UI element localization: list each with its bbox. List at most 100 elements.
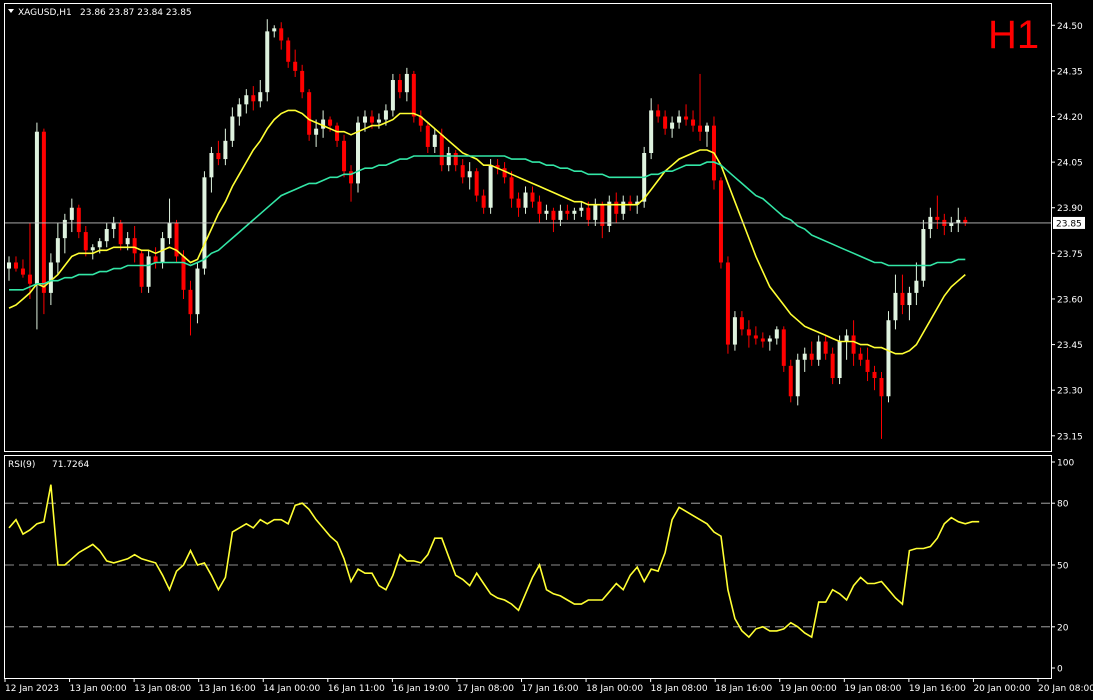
bull-candle <box>949 222 954 226</box>
bear-candle <box>460 165 465 178</box>
rsi-tick-label: 100 <box>1057 459 1074 469</box>
bull-candle <box>125 238 130 245</box>
bear-candle <box>746 329 751 336</box>
bull-candle <box>593 204 598 220</box>
time-tick-label: 18 Jan 16:00 <box>715 684 772 694</box>
bull-candle <box>390 80 395 111</box>
bull-candle <box>837 341 842 379</box>
bull-candle <box>258 92 263 102</box>
rsi-line <box>8 484 980 639</box>
bear-candle <box>718 180 723 263</box>
price-tick-label: 23.90 <box>1057 204 1083 214</box>
bear-candle <box>809 353 814 360</box>
rsi-tick-label: 50 <box>1057 562 1069 572</box>
bear-candle <box>439 134 444 166</box>
bear-candle <box>27 274 32 284</box>
rsi-tick-label: 80 <box>1057 500 1069 510</box>
bull-candle <box>802 353 807 360</box>
price-tick-label: 24.50 <box>1057 22 1083 32</box>
bear-candle <box>865 359 870 372</box>
bull-candle <box>104 229 109 242</box>
bear-candle <box>781 329 786 366</box>
bear-candle <box>760 338 765 342</box>
bull-candle <box>649 110 654 153</box>
time-tick-label: 17 Jan 08:00 <box>457 684 514 694</box>
bear-candle <box>739 317 744 330</box>
bear-candle <box>474 171 479 196</box>
bear-candle <box>823 341 828 354</box>
bull-candle <box>432 134 437 147</box>
bull-candle <box>914 280 919 293</box>
bear-candle <box>76 207 81 233</box>
time-tick-label: 12 Jan 2023 <box>5 684 59 694</box>
bear-candle <box>788 365 793 397</box>
bear-candle <box>342 140 347 172</box>
bear-candle <box>551 210 556 220</box>
bull-candle <box>314 128 319 135</box>
time-tick-label: 16 Jan 19:00 <box>392 684 449 694</box>
bear-candle <box>753 335 758 339</box>
bear-candle <box>830 353 835 379</box>
price-tick-label: 23.45 <box>1057 341 1083 351</box>
bull-candle <box>956 219 961 223</box>
bull-candle <box>111 222 116 230</box>
time-tick-label: 19 Jan 08:00 <box>844 684 901 694</box>
bear-candle <box>481 195 486 208</box>
bull-candle <box>195 268 200 315</box>
bear-candle <box>397 80 402 93</box>
time-tick-label: 13 Jan 08:00 <box>134 684 191 694</box>
bear-candle <box>614 201 619 214</box>
rsi-tick-label: 0 <box>1057 665 1063 675</box>
time-tick-label: 18 Jan 08:00 <box>651 684 708 694</box>
bear-candle <box>20 268 25 275</box>
bull-candle <box>146 256 151 287</box>
bull-candle <box>774 329 779 339</box>
bear-candle <box>537 201 542 214</box>
rsi-label: RSI(9) <box>8 460 35 470</box>
bull-candle <box>572 210 577 214</box>
time-tick-label: 13 Jan 16:00 <box>199 684 256 694</box>
time-tick-label: 14 Jan 00:00 <box>263 684 320 694</box>
bull-candle <box>544 210 549 214</box>
price-tick-label: 24.35 <box>1057 67 1083 77</box>
bull-candle <box>48 262 53 293</box>
symbol-label: XAGUSD,H1 <box>18 8 72 18</box>
price-tick-label: 23.30 <box>1057 387 1083 397</box>
bull-candle <box>69 207 74 220</box>
price-plot[interactable] <box>5 19 1051 439</box>
bull-candle <box>921 229 926 281</box>
rsi-tick-label: 20 <box>1057 623 1069 633</box>
time-tick-label: 20 Jan 08:00 <box>1038 684 1093 694</box>
bull-candle <box>558 210 563 220</box>
bull-candle <box>90 247 95 251</box>
bear-candle <box>411 73 416 117</box>
bear-candle <box>307 92 312 135</box>
current-price-label: 23.85 <box>1056 219 1082 229</box>
bull-candle <box>705 125 709 132</box>
bear-candle <box>586 207 591 220</box>
bull-candle <box>265 31 270 93</box>
bear-candle <box>725 262 730 345</box>
bull-candle <box>907 292 912 306</box>
bull-candle <box>34 131 39 284</box>
bull-candle <box>893 292 898 321</box>
bull-candle <box>467 171 472 178</box>
bull-candle <box>767 338 772 342</box>
bear-candle <box>83 232 88 251</box>
bear-candle <box>139 253 144 287</box>
rsi-plot[interactable] <box>5 484 1051 639</box>
dropdown-triangle-icon[interactable] <box>8 9 14 13</box>
bear-candle <box>453 153 458 166</box>
bear-candle <box>118 222 123 245</box>
bull-candle <box>488 165 493 208</box>
time-tick-label: 17 Jan 16:00 <box>522 684 579 694</box>
trading-chart[interactable]: XAGUSD,H1 23.86 23.87 23.84 23.85 H1 RSI… <box>0 0 1093 700</box>
bear-candle <box>279 28 284 41</box>
bear-candle <box>879 378 884 397</box>
rsi-panel-frame <box>4 455 1052 679</box>
bull-candle <box>816 341 821 360</box>
bear-candle <box>872 371 877 379</box>
bull-candle <box>362 116 367 123</box>
bull-candle <box>523 192 528 208</box>
bear-candle <box>13 262 18 269</box>
